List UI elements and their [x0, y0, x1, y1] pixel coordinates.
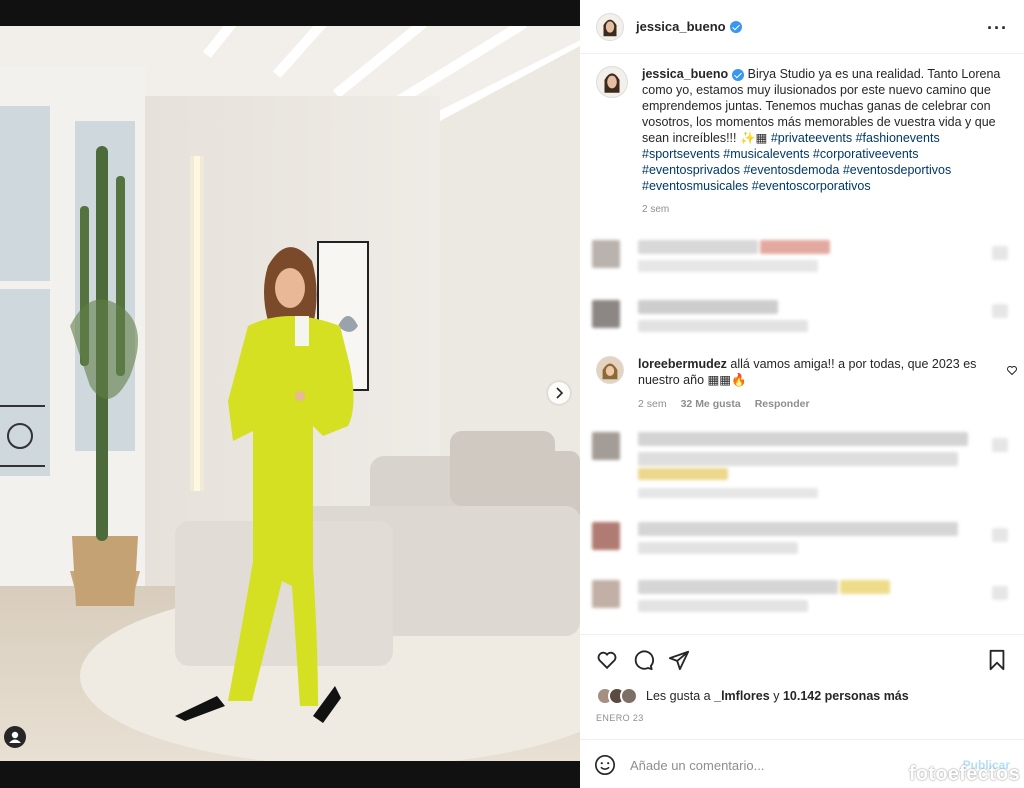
verified-badge-icon	[729, 20, 742, 33]
post-header: jessica_bueno ···	[580, 0, 1024, 54]
reply-button[interactable]: Responder	[755, 396, 810, 412]
commenter-username[interactable]: loreebermudez	[638, 357, 727, 371]
post-side-panel: jessica_bueno ··· jessica_bueno Birya St…	[580, 0, 1024, 788]
comment-body: loreebermudez allá vamos amiga!! a por t…	[638, 356, 998, 412]
comment-item: loreebermudez allá vamos amiga!! a por t…	[596, 356, 1018, 412]
heart-icon[interactable]	[596, 649, 618, 671]
caption-author-avatar[interactable]	[596, 66, 628, 98]
instagram-post-view: { "post": { "author": "jessica_bueno", "…	[0, 0, 1024, 788]
post-date[interactable]: ENERO 23	[596, 713, 644, 723]
caption-timestamp[interactable]: 2 sem	[642, 202, 1016, 218]
tagged-users-icon[interactable]	[4, 726, 26, 748]
post-image[interactable]	[0, 26, 580, 761]
comment-input[interactable]: Añade un comentario...	[630, 758, 764, 773]
comment-like-heart-icon[interactable]	[1006, 364, 1018, 376]
emoji-icon[interactable]	[594, 754, 616, 776]
chevron-right-icon	[556, 387, 564, 399]
blurred-comment	[592, 296, 1012, 342]
likes-count[interactable]: 10.142 personas más	[783, 689, 909, 703]
likes-joiner: y	[773, 689, 780, 703]
more-options-icon[interactable]: ···	[987, 18, 1008, 39]
blurred-comment	[592, 576, 1012, 622]
likes-summary: Les gusta a _lmflores y 10.142 personas …	[596, 687, 909, 705]
author-username[interactable]: jessica_bueno	[636, 19, 726, 34]
comment-time[interactable]: 2 sem	[638, 396, 667, 412]
liker-avatar	[620, 687, 638, 705]
commenter-avatar[interactable]	[596, 356, 624, 384]
blurred-comment	[592, 428, 1012, 504]
bookmark-icon[interactable]	[986, 649, 1008, 671]
liker-avatars[interactable]	[596, 687, 638, 705]
likes-prefix: Les gusta a	[646, 689, 711, 703]
verified-badge-icon	[732, 68, 745, 81]
blurred-comment	[592, 518, 1012, 564]
author-avatar[interactable]	[596, 12, 624, 41]
caption-username[interactable]: jessica_bueno	[642, 67, 728, 81]
blurred-comment	[592, 236, 1012, 282]
comment-meta: 2 sem 32 Me gusta Responder	[638, 396, 998, 412]
action-bar	[596, 649, 1008, 673]
watermark: fotoefectos	[908, 763, 1020, 785]
comment-icon[interactable]	[632, 649, 654, 671]
share-icon[interactable]	[668, 649, 690, 671]
post-photo-illustration	[0, 26, 580, 761]
post-caption: jessica_bueno Birya Studio ya es una rea…	[596, 66, 1016, 218]
comment-likes[interactable]: 32 Me gusta	[681, 396, 741, 412]
likes-user[interactable]: _lmflores	[714, 689, 770, 703]
next-image-button[interactable]	[548, 382, 570, 404]
caption-body: jessica_bueno Birya Studio ya es una rea…	[642, 66, 1016, 218]
